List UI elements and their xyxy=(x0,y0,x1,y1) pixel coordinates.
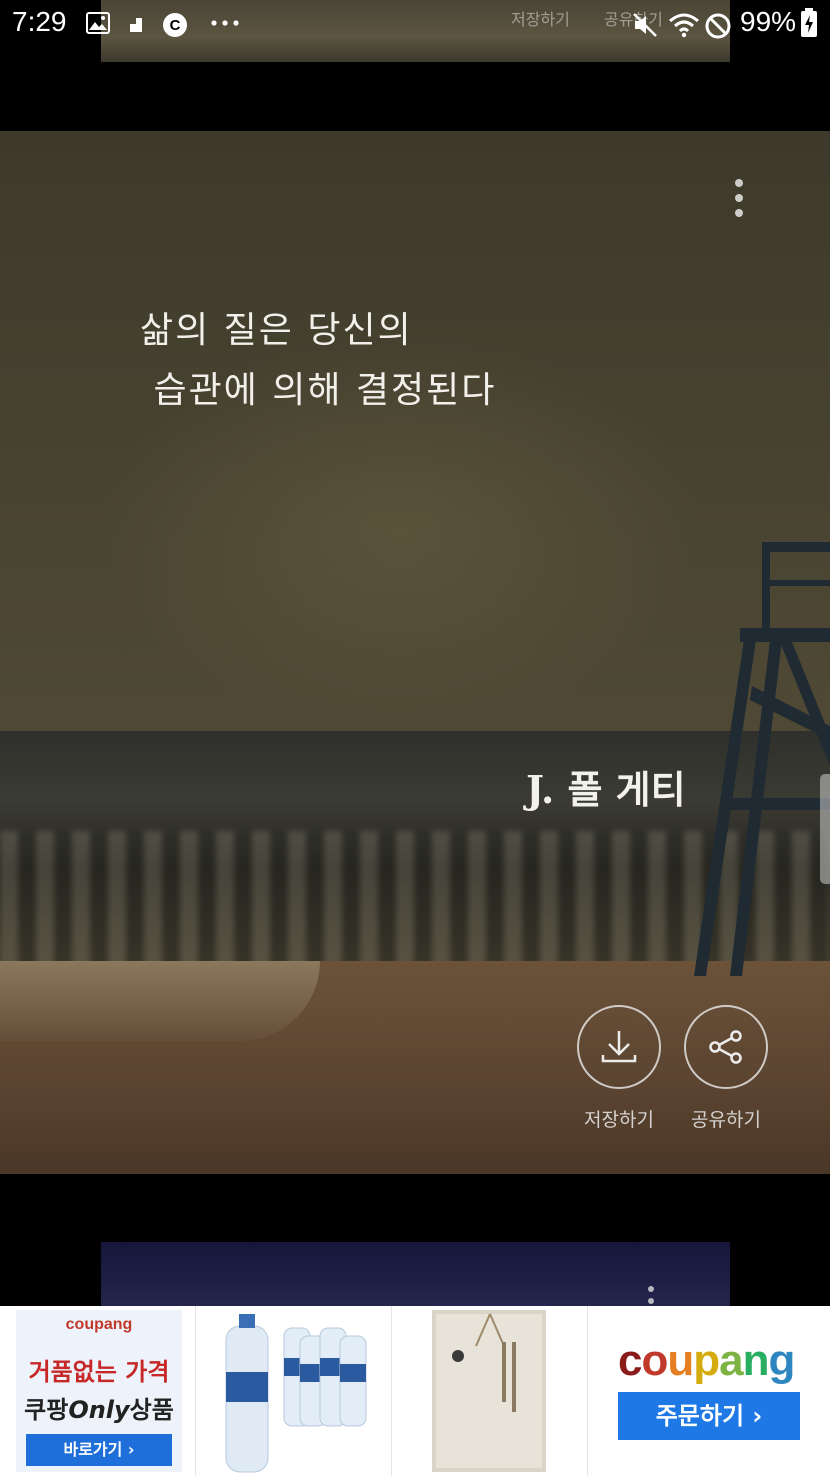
quote-line-2: 습관에 의해 결정된다 xyxy=(140,370,497,411)
rice-bag-image xyxy=(432,1310,546,1472)
battery-charging-icon xyxy=(800,8,818,42)
menu-dot xyxy=(735,194,743,202)
wifi-icon xyxy=(668,12,700,42)
share-label: 공유하기 xyxy=(691,1109,761,1131)
logo-letter: n xyxy=(742,1336,770,1385)
gallery-icon xyxy=(86,12,110,38)
card-menu-button[interactable] xyxy=(722,179,756,223)
promo-subtitle: 쿠팡Only상품 xyxy=(16,1390,182,1425)
logo-letter: p xyxy=(693,1336,720,1385)
ad-item-water-bottles[interactable] xyxy=(196,1306,392,1476)
save-button[interactable]: 저장하기 xyxy=(571,1005,667,1132)
download-icon xyxy=(577,1005,661,1089)
share-icon xyxy=(684,1005,768,1089)
wet-sand xyxy=(0,961,320,1041)
quote-text: 삶의 질은 당신의 습관에 의해 결정된다 xyxy=(140,301,496,421)
quote-author: J. 폴 게티 xyxy=(526,767,686,812)
clock: 7:29 xyxy=(12,6,67,37)
coupang-ad-banner[interactable]: coupang 거품없는 가격 쿠팡Only상품 바로가기 › coupang … xyxy=(0,1306,830,1476)
logo-letter: c xyxy=(618,1336,643,1385)
share-button[interactable]: 공유하기 xyxy=(678,1005,774,1132)
order-now-button[interactable]: 주문하기 › xyxy=(618,1392,800,1440)
status-bar: 저장하기 공유하기 7:29 C 99% xyxy=(0,0,830,62)
edge-panel-handle[interactable] xyxy=(820,774,830,884)
ad-item-promo[interactable]: coupang 거품없는 가격 쿠팡Only상품 바로가기 › xyxy=(0,1306,196,1476)
more-notifications-icon xyxy=(210,10,240,38)
promo-headline: 거품없는 가격 xyxy=(28,1358,170,1386)
save-label: 저장하기 xyxy=(584,1109,654,1131)
coupang-small-logo: coupang xyxy=(65,1316,133,1333)
logo-letter: a xyxy=(719,1336,744,1385)
quote-card[interactable]: 삶의 질은 당신의 습관에 의해 결정된다 J. 폴 게티 저장하기 공유하기 xyxy=(0,131,830,1174)
c-app-icon: C xyxy=(162,12,188,42)
ad-item-rice-bag[interactable] xyxy=(392,1306,588,1476)
lifeguard-tower-image xyxy=(694,542,830,976)
menu-dot xyxy=(735,209,743,217)
promo-sub-suffix: 상품 xyxy=(129,1396,174,1424)
water-bottle-image xyxy=(225,1314,367,1473)
quote-line-1: 삶의 질은 당신의 xyxy=(140,310,413,351)
mute-icon xyxy=(632,12,660,42)
battery-percentage: 99% xyxy=(740,6,797,37)
sd-card-icon xyxy=(126,12,148,38)
menu-dot xyxy=(648,1286,654,1292)
menu-dot xyxy=(648,1298,654,1304)
promo-sub-prefix: 쿠팡 xyxy=(24,1396,69,1424)
menu-dot xyxy=(735,179,743,187)
coupang-logo: coupang xyxy=(618,1336,796,1386)
next-quote-card[interactable] xyxy=(101,1242,730,1306)
previous-save-label: 저장하기 xyxy=(511,10,570,29)
promo-sub-only: Only xyxy=(68,1396,130,1424)
ad-item-coupang-order[interactable]: coupang 주문하기 › xyxy=(588,1306,830,1476)
do-not-disturb-icon xyxy=(704,12,732,44)
logo-letter: g xyxy=(768,1336,796,1385)
svg-text:C: C xyxy=(170,17,181,34)
go-now-button[interactable]: 바로가기 › xyxy=(26,1434,172,1466)
promo-box: coupang 거품없는 가격 쿠팡Only상품 바로가기 › xyxy=(16,1310,182,1472)
logo-letter: u xyxy=(667,1336,694,1385)
logo-letter: o xyxy=(641,1336,668,1385)
